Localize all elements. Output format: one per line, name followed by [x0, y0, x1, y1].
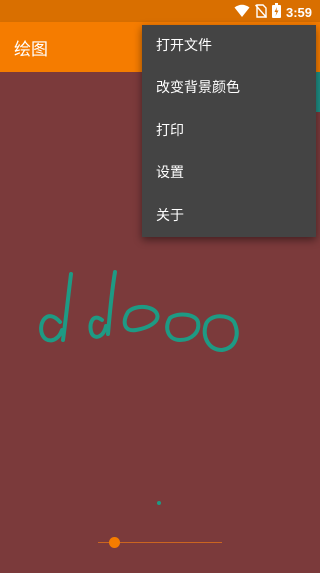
- slider-thumb[interactable]: [109, 537, 121, 548]
- menu-item-change-background[interactable]: 改变背景颜色: [142, 67, 316, 109]
- brush-size-slider[interactable]: [98, 536, 222, 550]
- wifi-icon: [234, 3, 250, 22]
- menu-item-print[interactable]: 打印: [142, 110, 316, 152]
- status-time: 3:59: [285, 5, 312, 20]
- no-sim-icon: [254, 3, 267, 22]
- status-bar: 3:59: [0, 0, 320, 22]
- status-icons: 3:59: [234, 3, 312, 22]
- menu-item-settings[interactable]: 设置: [142, 152, 316, 194]
- menu-item-about[interactable]: 关于: [142, 195, 316, 237]
- app-title: 绘图: [14, 40, 48, 60]
- overflow-menu: 打开文件 改变背景颜色 打印 设置 关于: [142, 25, 316, 237]
- menu-item-open-file[interactable]: 打开文件: [142, 25, 316, 67]
- battery-icon: [271, 3, 281, 22]
